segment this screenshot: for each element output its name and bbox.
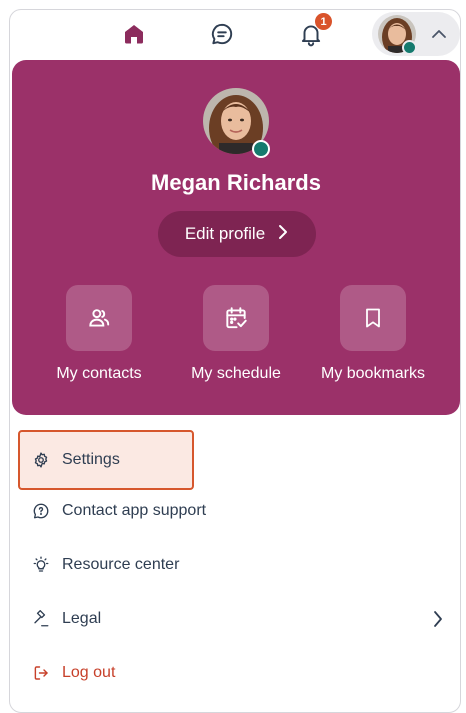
logout-menu-item[interactable]: Log out [20, 648, 450, 698]
resource-center-menu-item[interactable]: Resource center [20, 540, 450, 590]
my-schedule-button[interactable]: My schedule [171, 285, 301, 395]
bookmark-icon [340, 285, 406, 351]
user-name: Megan Richards [151, 170, 321, 195]
my-schedule-label: My schedule [191, 365, 281, 382]
chevron-up-icon [430, 26, 448, 47]
edit-profile-label: Edit profile [184, 224, 266, 243]
contacts-icon [66, 285, 132, 351]
lightbulb-icon [32, 556, 50, 574]
calendar-check-icon [203, 285, 269, 351]
chevron-right-icon [432, 610, 444, 633]
legal-menu-item[interactable]: Legal [20, 594, 450, 644]
settings-menu-item[interactable]: Settings [18, 430, 194, 490]
edit-profile-button[interactable]: Edit profile [158, 211, 316, 257]
notification-count-badge: 1 [315, 13, 332, 30]
my-contacts-label: My contacts [56, 365, 142, 382]
logout-label: Log out [62, 664, 116, 681]
account-menu-toggle[interactable] [372, 12, 460, 56]
my-contacts-button[interactable]: My contacts [34, 285, 164, 395]
gear-icon [32, 451, 50, 469]
online-status-indicator [252, 140, 270, 158]
contact-support-label: Contact app support [62, 502, 207, 519]
help-chat-icon [32, 502, 50, 520]
settings-label: Settings [62, 451, 120, 468]
online-status-indicator [402, 40, 417, 55]
top-navigation-bar: 1 [10, 10, 460, 58]
contact-support-menu-item[interactable]: Contact app support [20, 486, 450, 536]
chevron-right-icon [277, 224, 289, 245]
home-icon[interactable] [120, 20, 148, 48]
profile-card: Megan Richards Edit profile My contacts [12, 60, 460, 415]
account-dropdown-panel: 1 Megan Richards Edit profile My contact… [9, 9, 461, 713]
resource-center-label: Resource center [62, 556, 180, 573]
chat-icon[interactable] [208, 20, 236, 48]
gavel-icon [32, 610, 50, 628]
logout-icon [32, 664, 50, 682]
legal-label: Legal [62, 610, 102, 627]
my-bookmarks-button[interactable]: My bookmarks [308, 285, 438, 395]
my-bookmarks-label: My bookmarks [320, 365, 426, 382]
